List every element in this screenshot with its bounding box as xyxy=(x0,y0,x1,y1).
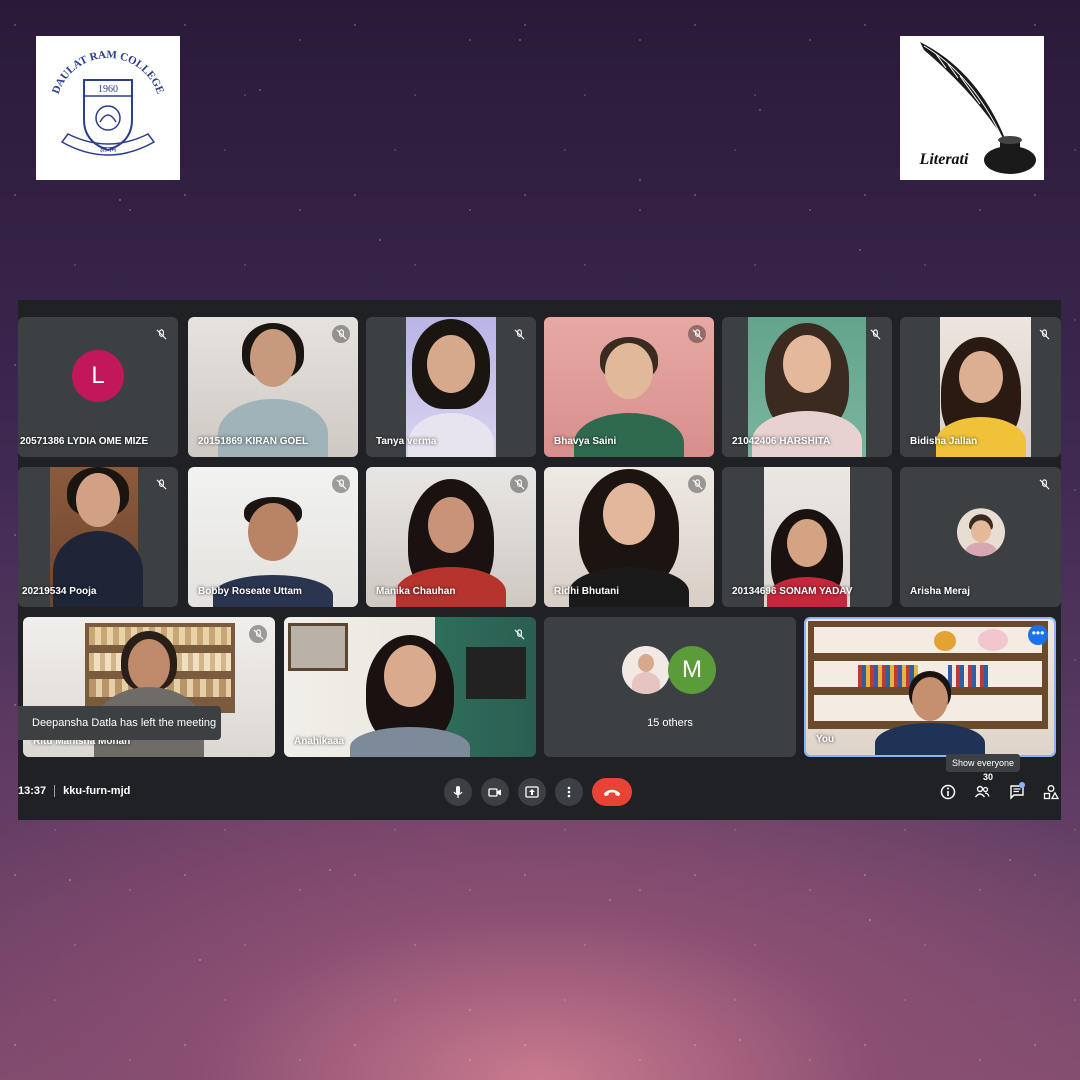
mic-off-icon xyxy=(1035,325,1053,343)
participant-name: Bidisha Jallan xyxy=(910,436,978,447)
participant-tile[interactable]: Tanya verma xyxy=(366,317,536,457)
people-icon xyxy=(974,785,990,798)
hangup-icon xyxy=(603,789,621,796)
participant-name: 20571386 LYDIA OME MIZE xyxy=(20,436,149,447)
others-avatar-photo xyxy=(622,646,670,694)
mic-off-icon xyxy=(1035,475,1053,493)
participant-tile[interactable]: L 20571386 LYDIA OME MIZE xyxy=(18,317,178,457)
participant-name: Ridhi Bhutani xyxy=(554,586,619,597)
meet-window: L 20571386 LYDIA OME MIZE 20151869 KIRAN… xyxy=(18,300,1061,820)
participant-tile[interactable]: Anahikaaa xyxy=(284,617,536,757)
logo-motto: ज्ञानम xyxy=(100,145,117,154)
mic-icon xyxy=(453,786,463,798)
mic-off-icon xyxy=(332,325,350,343)
participant-tile[interactable]: 20219534 Pooja xyxy=(18,467,178,607)
present-icon xyxy=(525,786,539,798)
participant-name: 20134696 SONAM YADAV xyxy=(732,586,853,597)
participant-tile[interactable]: 21042406 HARSHITA xyxy=(722,317,892,457)
participant-name: Manika Chauhan xyxy=(376,586,456,597)
people-count-badge: 30 xyxy=(981,772,996,782)
mic-off-icon xyxy=(510,325,528,343)
mic-off-icon xyxy=(249,625,267,643)
mic-off-icon xyxy=(688,325,706,343)
divider xyxy=(54,785,56,798)
activities-icon xyxy=(1043,785,1059,800)
participant-name: Anahikaaa xyxy=(294,736,345,747)
participant-name: Bobby Roseate Uttam xyxy=(198,586,302,597)
mic-off-icon xyxy=(510,475,528,493)
mic-button[interactable] xyxy=(444,778,472,806)
activities-button[interactable] xyxy=(1039,780,1063,804)
avatar: L xyxy=(72,349,124,402)
more-vert-icon xyxy=(567,786,571,798)
leave-call-button[interactable] xyxy=(592,778,632,806)
participant-tile[interactable]: Arisha Meraj xyxy=(900,467,1061,607)
participant-name: Tanya verma xyxy=(376,436,437,447)
quill-inkpot-icon: Literati xyxy=(919,42,1036,174)
participant-name: 20151869 KIRAN GOEL xyxy=(198,436,309,447)
others-avatar: M xyxy=(668,646,716,694)
mic-off-icon xyxy=(510,625,528,643)
literati-logo: Literati xyxy=(900,36,1044,180)
chat-notification-dot xyxy=(1019,782,1025,788)
logo-literati-text: Literati xyxy=(919,151,969,168)
participant-tile[interactable]: Bidisha Jallan xyxy=(900,317,1061,457)
mic-off-icon xyxy=(866,325,884,343)
meeting-code: kku-furn-mjd xyxy=(63,785,131,797)
daulat-ram-college-logo: DAULAT RAM COLLEGE 1960 ज्ञानम xyxy=(36,36,180,180)
participant-name: Bhavya Saini xyxy=(554,436,617,447)
present-button[interactable] xyxy=(518,778,546,806)
bottom-control-bar: 13:37 kku-furn-mjd xyxy=(18,770,1061,820)
meeting-details-button[interactable] xyxy=(936,780,960,804)
chat-button[interactable] xyxy=(1005,780,1029,804)
participant-tile[interactable]: 20134696 SONAM YADAV xyxy=(722,467,892,607)
people-button[interactable] xyxy=(970,780,994,804)
participant-name: You xyxy=(816,734,835,745)
avatar xyxy=(956,508,1005,557)
participant-name: 21042406 HARSHITA xyxy=(732,436,831,447)
show-everyone-tooltip: Show everyone xyxy=(946,754,1021,772)
participant-tile[interactable]: Ridhi Bhutani xyxy=(544,467,714,607)
participant-name: Arisha Meraj xyxy=(910,586,971,597)
participant-name: 20219534 Pooja xyxy=(22,586,97,597)
camera-button[interactable] xyxy=(481,778,509,806)
more-options-icon[interactable]: ••• xyxy=(1028,625,1048,645)
participant-tile[interactable]: Manika Chauhan xyxy=(366,467,536,607)
camera-icon xyxy=(488,788,501,797)
participant-tile[interactable]: Bobby Roseate Uttam xyxy=(188,467,358,607)
meeting-details: 13:37 kku-furn-mjd xyxy=(18,785,131,798)
clock-time: 13:37 xyxy=(18,785,47,797)
self-view-tile[interactable]: ••• You xyxy=(804,617,1056,757)
mic-off-icon xyxy=(152,325,170,343)
participant-tile[interactable]: 20151869 KIRAN GOEL xyxy=(188,317,358,457)
college-seal: DAULAT RAM COLLEGE 1960 ज्ञानम xyxy=(50,49,166,156)
participant-tile[interactable]: Bhavya Saini xyxy=(544,317,714,457)
more-options-button[interactable] xyxy=(555,778,583,806)
info-icon xyxy=(940,784,956,800)
mic-off-icon xyxy=(152,475,170,493)
mic-off-icon xyxy=(332,475,350,493)
logo-year: 1960 xyxy=(98,84,118,95)
mic-off-icon xyxy=(688,475,706,493)
others-tile[interactable] xyxy=(544,617,796,757)
left-meeting-toast: Deepansha Datla has left the meeting xyxy=(18,706,221,740)
others-count-label: 15 others xyxy=(647,717,693,729)
